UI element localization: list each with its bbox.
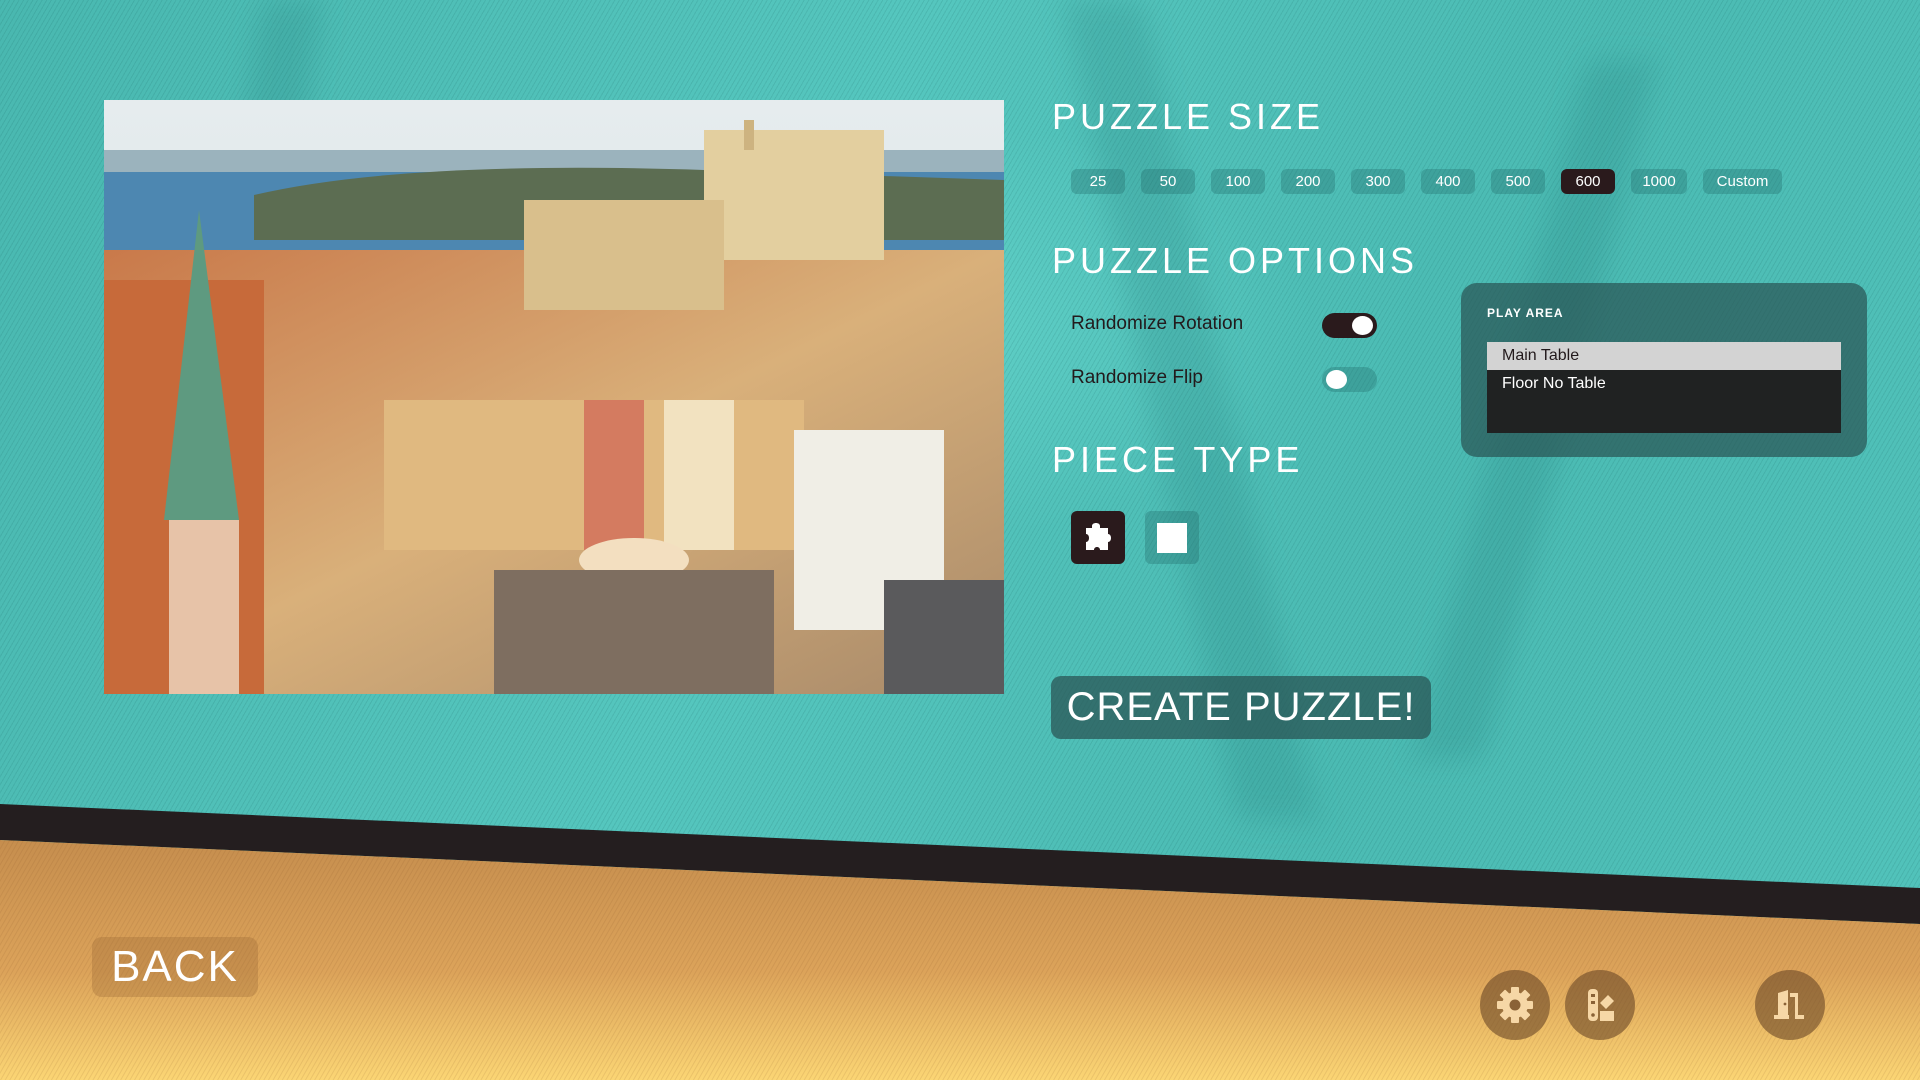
play-area-list: Main Table Floor No Table <box>1487 342 1841 433</box>
size-option-400[interactable]: 400 <box>1421 169 1475 194</box>
theme-button[interactable] <box>1565 970 1635 1040</box>
settings-button[interactable] <box>1480 970 1550 1040</box>
play-area-title: PLAY AREA <box>1487 306 1564 320</box>
size-option-300[interactable]: 300 <box>1351 169 1405 194</box>
randomize-rotation-toggle[interactable] <box>1322 313 1377 338</box>
exit-door-icon <box>1774 990 1804 1019</box>
piece-type-square-button[interactable] <box>1145 511 1199 564</box>
piece-type-jigsaw-button[interactable] <box>1071 511 1125 564</box>
puzzle-size-heading: PUZZLE SIZE <box>1052 96 1325 137</box>
size-option-500[interactable]: 500 <box>1491 169 1545 194</box>
size-option-custom[interactable]: Custom <box>1703 169 1782 194</box>
randomize-flip-label: Randomize Flip <box>1071 367 1203 388</box>
palette-icon <box>1588 989 1614 1021</box>
size-option-1000[interactable]: 1000 <box>1631 169 1687 194</box>
gear-icon <box>1497 987 1533 1023</box>
size-option-100[interactable]: 100 <box>1211 169 1265 194</box>
toggle-knob <box>1326 370 1347 389</box>
create-puzzle-button[interactable]: CREATE PUZZLE! <box>1051 676 1431 739</box>
puzzle-piece-icon <box>1086 522 1111 550</box>
size-option-25[interactable]: 25 <box>1071 169 1125 194</box>
play-area-main-table[interactable]: Main Table <box>1487 342 1841 370</box>
size-option-50[interactable]: 50 <box>1141 169 1195 194</box>
size-option-600[interactable]: 600 <box>1561 169 1615 194</box>
randomize-flip-toggle[interactable] <box>1322 367 1377 392</box>
play-area-floor-no-table[interactable]: Floor No Table <box>1487 370 1841 398</box>
toggle-knob <box>1352 316 1373 335</box>
play-area-panel: PLAY AREA Main Table Floor No Table <box>1461 283 1867 457</box>
piece-type-heading: PIECE TYPE <box>1052 439 1304 480</box>
back-button[interactable]: BACK <box>92 937 258 997</box>
randomize-rotation-label: Randomize Rotation <box>1071 313 1244 334</box>
puzzle-preview-image <box>104 100 1004 694</box>
exit-button[interactable] <box>1755 970 1825 1040</box>
size-option-200[interactable]: 200 <box>1281 169 1335 194</box>
square-icon <box>1157 522 1187 553</box>
puzzle-options-heading: PUZZLE OPTIONS <box>1052 240 1419 281</box>
